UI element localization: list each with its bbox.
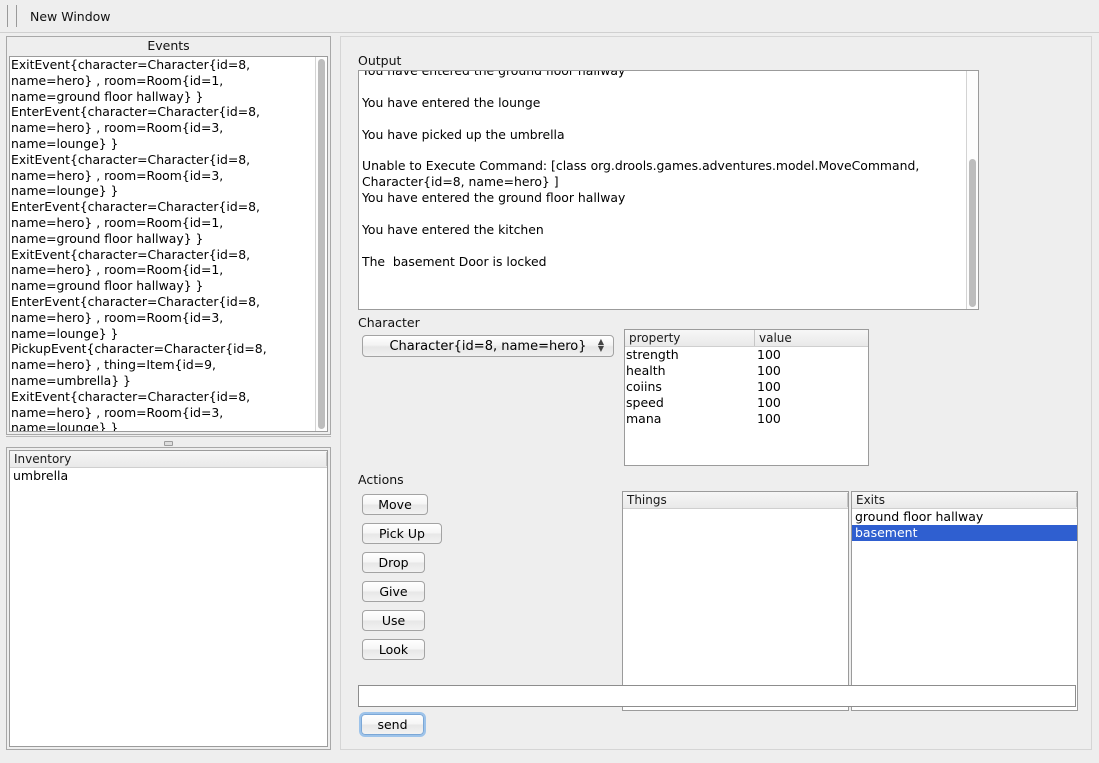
property-value-cell: 100 [754,379,868,395]
property-table-row[interactable]: strength100 [625,347,868,363]
inventory-column-separator [326,452,327,466]
command-input[interactable] [359,686,1075,706]
output-line: You have picked up the umbrella [362,127,964,143]
output-line: You have entered the ground floor hallwa… [362,190,964,206]
property-name-cell: coiins [625,379,754,395]
property-name-cell: mana [625,411,754,427]
character-select-value: Character{id=8, name=hero} [389,339,586,354]
exits-item[interactable]: basement [852,525,1077,541]
property-name-cell: health [625,363,754,379]
action-button-look[interactable]: Look [362,639,425,660]
events-list[interactable]: ExitEvent{character=Character{id=8, name… [10,57,315,431]
property-table-row[interactable]: speed100 [625,395,868,411]
inventory-section: Inventory umbrella [6,447,331,750]
exits-panel[interactable]: Exits ground floor hallwaybasement [851,491,1078,711]
events-panel: Events ExitEvent{character=Character{id=… [6,36,331,435]
exits-header-label: Exits [856,493,885,507]
things-list-header: Things [623,492,848,509]
output-line: You have entered the ground floor hallwa… [362,71,964,79]
property-name-cell: strength [625,347,754,363]
action-button-drop[interactable]: Drop [362,552,425,573]
output-vertical-scrollbar[interactable] [966,71,978,309]
application-window: New Window Events ExitEvent{character=Ch… [0,0,1099,763]
events-scrollpane[interactable]: ExitEvent{character=Character{id=8, name… [9,56,328,432]
character-label: Character [358,315,420,330]
action-button-label: Use [382,613,405,628]
output-line: Unable to Execute Command: [class org.dr… [362,158,964,190]
output-line [362,111,964,127]
send-button[interactable]: send [361,714,424,735]
action-button-move[interactable]: Move [362,494,428,515]
chevron-updown-icon: ▲▼ [598,339,604,353]
output-line [362,143,964,159]
inventory-list-header: Inventory [10,451,327,468]
split-pane-grip-icon[interactable] [164,440,173,444]
output-scrollbar-thumb[interactable] [969,159,976,307]
event-item[interactable]: ExitEvent{character=Character{id=8, name… [11,57,315,104]
property-value-cell: 100 [754,411,868,427]
event-item[interactable]: ExitEvent{character=Character{id=8, name… [11,247,315,294]
property-table-row[interactable]: health100 [625,363,868,379]
property-value-cell: 100 [754,347,868,363]
toolbar-drag-handle-icon[interactable] [7,5,17,27]
window-toolbar: New Window [0,0,1099,33]
events-section: Events ExitEvent{character=Character{id=… [6,36,331,435]
exits-rows[interactable]: ground floor hallwaybasement [852,509,1077,541]
things-column-separator [847,493,848,507]
output-label: Output [358,53,401,68]
send-button-label: send [377,717,407,732]
output-line: You have entered the kitchen [362,222,964,238]
events-panel-title: Events [7,38,330,53]
property-value-cell: 100 [754,363,868,379]
new-window-label[interactable]: New Window [30,9,111,24]
action-button-label: Move [378,497,412,512]
output-line: You have entered the lounge [362,95,964,111]
inventory-panel: Inventory umbrella [6,447,331,750]
event-item[interactable]: PickupEvent{character=Character{id=8, na… [11,341,315,388]
property-table-row[interactable]: coiins100 [625,379,868,395]
inventory-list-container[interactable]: Inventory umbrella [9,450,328,747]
action-button-label: Drop [378,555,408,570]
left-split-pane: Events ExitEvent{character=Character{id=… [6,36,331,750]
inventory-item[interactable]: umbrella [10,468,327,484]
value-column-header[interactable]: value [754,330,868,346]
action-button-label: Give [379,584,407,599]
event-item[interactable]: EnterEvent{character=Character{id=8, nam… [11,104,315,151]
actions-label: Actions [358,472,404,487]
events-scrollbar-thumb[interactable] [318,59,325,429]
inventory-rows[interactable]: umbrella [10,468,327,484]
property-value-cell: 100 [754,395,868,411]
event-item[interactable]: ExitEvent{character=Character{id=8, name… [11,152,315,199]
output-line: The basement Door is locked [362,254,964,270]
inventory-header-label: Inventory [14,452,71,466]
property-table-header: property value [625,330,868,347]
exits-list-header: Exits [852,492,1077,509]
character-select[interactable]: Character{id=8, name=hero} ▲▼ [362,335,614,357]
event-item[interactable]: EnterEvent{character=Character{id=8, nam… [11,199,315,246]
action-button-give[interactable]: Give [362,581,425,602]
command-input-wrapper[interactable] [358,685,1076,707]
exits-column-separator [1076,493,1077,507]
event-item[interactable]: EnterEvent{character=Character{id=8, nam… [11,294,315,341]
output-line [362,206,964,222]
output-line [362,238,964,254]
output-line [362,79,964,95]
things-header-label: Things [627,493,667,507]
event-item[interactable]: ExitEvent{character=Character{id=8, name… [11,389,315,431]
property-table-body: strength100health100coiins100speed100man… [625,347,868,427]
things-panel[interactable]: Things [622,491,849,711]
action-button-label: Pick Up [379,526,425,541]
action-button-use[interactable]: Use [362,610,425,631]
property-table-row[interactable]: mana100 [625,411,868,427]
main-content-panel: Output You have entered the ground floor… [340,36,1092,750]
exits-item[interactable]: ground floor hallway [852,509,1077,525]
events-vertical-scrollbar[interactable] [315,57,327,431]
character-property-table[interactable]: property value strength100health100coiin… [624,329,869,466]
output-scrollpane[interactable]: You have entered the ground floor hallwa… [358,70,979,310]
property-name-cell: speed [625,395,754,411]
property-column-header[interactable]: property [625,330,754,346]
output-text-area[interactable]: You have entered the ground floor hallwa… [362,71,964,309]
action-button-pick-up[interactable]: Pick Up [362,523,442,544]
action-button-label: Look [379,642,408,657]
